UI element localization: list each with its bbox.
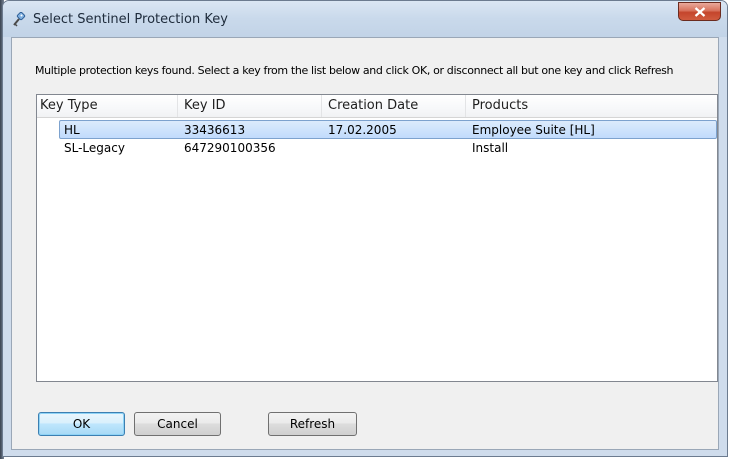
instruction-message: Multiple protection keys found. Select a… — [35, 64, 674, 77]
column-divider[interactable] — [465, 95, 466, 117]
table-row-selected[interactable]: HL 33436613 17.02.2005 Employee Suite [H… — [59, 120, 717, 139]
title-bar[interactable]: Select Sentinel Protection Key — [3, 1, 727, 37]
close-icon — [694, 7, 706, 17]
cell-key-type: SL-Legacy — [64, 141, 125, 155]
desktop: Select Sentinel Protection Key Multiple … — [0, 0, 730, 459]
table-row[interactable]: SL-Legacy 647290100356 Install — [37, 139, 717, 158]
window-title: Select Sentinel Protection Key — [33, 12, 228, 27]
cancel-button[interactable]: Cancel — [134, 412, 221, 436]
refresh-button[interactable]: Refresh — [268, 412, 357, 436]
ok-button[interactable]: OK — [38, 412, 125, 436]
cell-creation-date: 17.02.2005 — [328, 123, 397, 137]
protection-key-list[interactable]: Key Type Key ID Creation Date Products H… — [36, 94, 718, 382]
cell-key-id: 647290100356 — [184, 141, 276, 155]
close-button[interactable] — [678, 2, 721, 21]
cell-key-id: 33436613 — [184, 123, 246, 137]
column-header-creation-date[interactable]: Creation Date — [328, 95, 418, 117]
key-icon — [12, 11, 28, 28]
column-divider[interactable] — [321, 95, 322, 117]
cell-products: Employee Suite [HL] — [472, 123, 595, 137]
column-header-key-type[interactable]: Key Type — [40, 95, 98, 117]
list-header: Key Type Key ID Creation Date Products — [37, 95, 717, 118]
column-divider[interactable] — [177, 95, 178, 117]
dialog-client-area: Multiple protection keys found. Select a… — [11, 37, 719, 450]
dialog-window: Select Sentinel Protection Key Multiple … — [2, 0, 728, 457]
column-header-key-id[interactable]: Key ID — [184, 95, 226, 117]
cell-key-type: HL — [64, 123, 80, 137]
cell-products: Install — [472, 141, 509, 155]
column-header-products[interactable]: Products — [472, 95, 528, 117]
